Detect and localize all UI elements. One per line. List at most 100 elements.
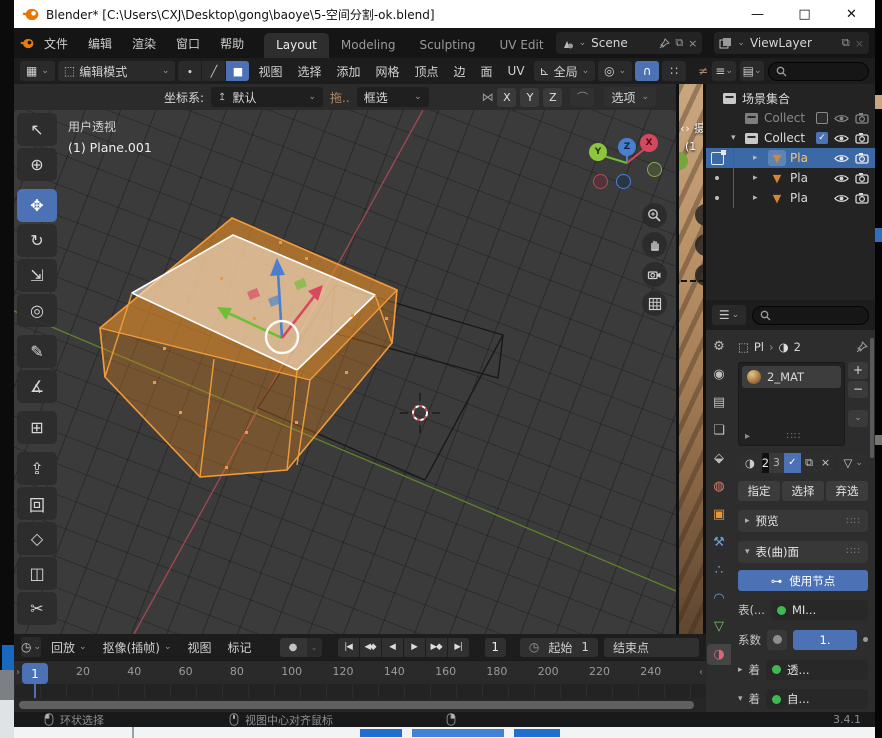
timeline-frame-columns[interactable] <box>14 684 706 698</box>
tool-bevel-button[interactable]: ◇ <box>17 522 57 555</box>
face-select-icon[interactable]: ■ <box>226 61 249 81</box>
timeline-ruler[interactable]: › ‹ 20406080100120140160180200220240 1 <box>14 660 706 684</box>
slot-expand-icon[interactable]: ▸ <box>745 431 750 442</box>
strip-axis-gizmo[interactable] <box>676 152 688 170</box>
minimize-button[interactable]: — <box>734 0 781 28</box>
breadcrumb-object[interactable]: Pl <box>754 340 764 354</box>
decorator-dot-icon[interactable] <box>863 637 868 642</box>
editor-type-button[interactable]: ▦ ⌄ <box>20 61 55 81</box>
properties-tab-particles[interactable]: ∴ <box>707 560 731 581</box>
properties-tab-object[interactable]: ▣ <box>707 504 731 525</box>
camera-view-button[interactable] <box>642 262 667 287</box>
properties-tab-tool[interactable]: ⚙ <box>707 336 731 357</box>
mirror-y-button[interactable]: Y <box>520 88 539 107</box>
pan-tool-button[interactable] <box>642 232 667 257</box>
new-view-layer-icon[interactable]: ⧉ <box>842 36 850 50</box>
preview-panel-header[interactable]: ▸ 预览 ∷∷ <box>738 510 868 532</box>
users-count[interactable]: 3 <box>769 453 784 473</box>
workspace-tab-modeling[interactable]: Modeling <box>329 33 408 58</box>
menu-view[interactable]: 视图 <box>252 61 288 82</box>
timeline-scrollbar[interactable] <box>19 701 694 709</box>
drag-mode-dropdown[interactable]: 框选 ⌄ <box>357 87 429 107</box>
strip-zoom-button[interactable] <box>695 204 706 226</box>
new-scene-icon[interactable]: ⧉ <box>675 36 683 50</box>
expand-arrow-icon[interactable]: ▾ <box>731 133 736 143</box>
properties-tab-view-layer[interactable]: ❏ <box>707 420 731 441</box>
menu-uv[interactable]: UV <box>502 62 531 80</box>
outliner-search-input[interactable] <box>768 62 869 81</box>
transport-play-reverse-button[interactable]: ◀ <box>382 638 403 657</box>
tool-extrude-region-button[interactable]: ⇪ <box>17 452 57 485</box>
strip-camera-button[interactable] <box>695 264 706 286</box>
shader-dropdown[interactable]: 透... <box>766 660 868 680</box>
tool-move-button[interactable]: ✥ <box>17 189 57 222</box>
menu-keying[interactable]: 抠像(插帧)⌄ <box>97 637 178 658</box>
axis-y-handle[interactable]: Y <box>589 143 607 161</box>
playhead-badge[interactable]: 1 <box>22 663 48 684</box>
properties-tab-scene[interactable]: ⬙ <box>707 448 731 469</box>
add-slot-button[interactable]: + <box>848 362 868 379</box>
outliner-display-mode-button[interactable]: ▤⌄ <box>740 61 764 81</box>
surface-panel-header[interactable]: ▾ 表(曲)面 ∷∷ <box>738 541 868 563</box>
workspace-tab-sculpting[interactable]: Sculpting <box>407 33 487 58</box>
material-slot[interactable]: 2_MAT <box>742 366 841 388</box>
properties-scrollbar[interactable] <box>870 338 874 458</box>
remove-view-layer-icon[interactable]: × <box>855 37 864 50</box>
properties-tab-physics[interactable]: ◠ <box>707 588 731 609</box>
outliner-row-object-1[interactable]: ▸ ▼ Pla <box>706 148 875 168</box>
close-button[interactable]: ✕ <box>828 0 875 28</box>
deselect-button[interactable]: 弃选 <box>826 481 868 501</box>
options-dropdown[interactable]: 选项 ⌄ <box>604 87 656 107</box>
snap-toggle[interactable]: ∩ <box>635 61 659 81</box>
factor-value-field[interactable]: 1. <box>793 630 857 650</box>
axis-neg-y-handle[interactable] <box>647 162 662 177</box>
pin-icon[interactable] <box>659 38 670 49</box>
tool-tweak-select-button[interactable]: ↖ <box>17 113 57 146</box>
grip-icon[interactable]: ∷∷ <box>846 516 861 527</box>
outliner-row-collection-1[interactable]: Collect <box>706 108 875 128</box>
shader-dropdown[interactable]: 自... <box>766 689 868 709</box>
camera-viewport-strip[interactable]: ‹› 摄 (1 <box>676 84 706 634</box>
use-nodes-button[interactable]: ⊶ 使用节点 <box>738 570 868 592</box>
tool-knife-button[interactable]: ✂ <box>17 592 57 625</box>
tool-loop-cut-button[interactable]: ◫ <box>17 557 57 590</box>
collapse-arrows-icon[interactable]: ‹› <box>680 122 691 135</box>
tool-measure-button[interactable]: ∡ <box>17 370 57 403</box>
menu-face[interactable]: 面 <box>475 61 499 82</box>
collapsed-arrow-icon[interactable]: ▸ <box>738 665 743 675</box>
zoom-tool-button[interactable] <box>642 203 667 228</box>
vertex-select-icon[interactable]: ∙ <box>178 61 201 81</box>
axis-x-handle[interactable]: X <box>640 134 658 152</box>
expand-arrow-icon[interactable]: ▸ <box>753 153 758 163</box>
tool-cursor-button[interactable]: ⊕ <box>17 148 57 181</box>
workspace-tab-layout[interactable]: Layout <box>264 33 329 58</box>
workspace-tab-uv-edit[interactable]: UV Edit <box>488 33 556 58</box>
eye-icon[interactable] <box>834 133 849 144</box>
menu-render[interactable]: 渲染 <box>122 32 166 55</box>
transport-next-keyframe-button[interactable]: ▶◆ <box>426 638 447 657</box>
transport-prev-keyframe-button[interactable]: ◀◆ <box>360 638 381 657</box>
frame-end-group[interactable]: 结束点 <box>604 638 699 657</box>
eye-icon[interactable] <box>834 173 849 184</box>
transform-orientation[interactable]: ⊾ 全局 ⌄ <box>534 61 596 81</box>
copy-material-icon[interactable]: ⧉ <box>801 453 818 473</box>
properties-tab-object-data[interactable]: ▽ <box>707 616 731 637</box>
menu-mesh[interactable]: 网格 <box>369 61 405 82</box>
tool-scale-button[interactable]: ⇲ <box>17 259 57 292</box>
grip-icon[interactable]: ∷∷ <box>787 431 802 442</box>
unlink-material-icon[interactable]: × <box>818 453 834 473</box>
proportional-edit-icon[interactable]: ≠ <box>698 64 708 78</box>
select-button[interactable]: 选择 <box>782 481 824 501</box>
current-frame-field[interactable]: 1 <box>485 638 506 657</box>
menu-add[interactable]: 添加 <box>330 61 366 82</box>
assign-button[interactable]: 指定 <box>738 481 780 501</box>
transport-jump-start-button[interactable]: |◀ <box>338 638 359 657</box>
menu-edge[interactable]: 边 <box>448 61 472 82</box>
slot-specials-button[interactable]: ⌄ <box>848 410 868 427</box>
axis-z-handle[interactable]: Z <box>618 138 636 156</box>
material-name-field[interactable]: 2 <box>762 453 769 473</box>
viewport-3d[interactable]: 用户透视 (1) Plane.001 ↖⊕✥↻⇲◎✎∡⊞⇪回◇◫✂ Z X Y <box>14 110 676 634</box>
transport-play-button[interactable]: ▶ <box>404 638 425 657</box>
tool-rotate-button[interactable]: ↻ <box>17 224 57 257</box>
snap-settings-button[interactable]: ∷ <box>662 61 686 81</box>
